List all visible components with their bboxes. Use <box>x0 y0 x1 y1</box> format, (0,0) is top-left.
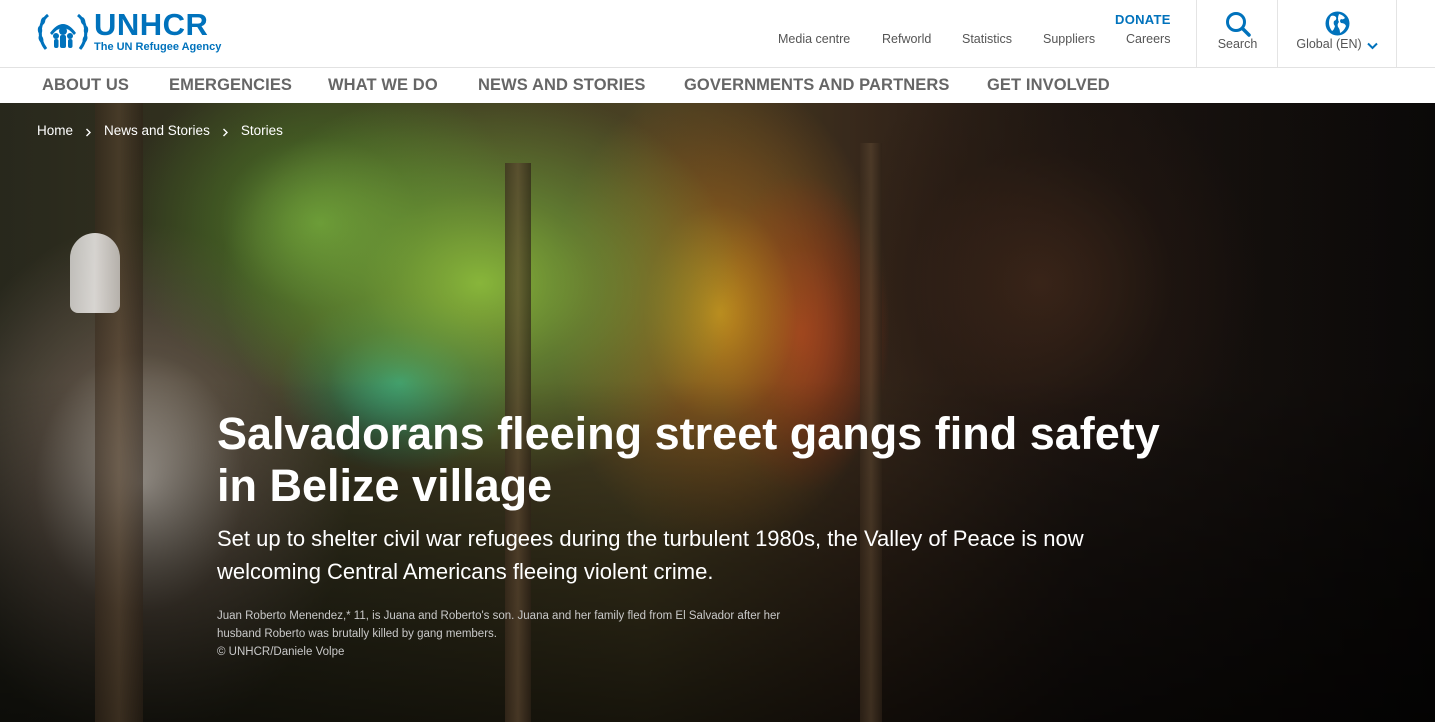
breadcrumb-stories[interactable]: Stories <box>241 123 283 138</box>
breadcrumb: Home News and Stories Stories <box>37 123 283 138</box>
logo-text: UNHCR The UN Refugee Agency <box>94 6 222 54</box>
logo-name: UNHCR <box>94 6 209 42</box>
page-title: Salvadorans fleeing street gangs find sa… <box>217 408 1207 512</box>
nav-what-we-do[interactable]: WHAT WE DO <box>328 76 438 95</box>
main-nav: ABOUT US EMERGENCIES WHAT WE DO NEWS AND… <box>0 68 1435 103</box>
unhcr-emblem-icon <box>37 13 89 50</box>
logo-tagline: The UN Refugee Agency <box>94 40 222 53</box>
donate-link[interactable]: DONATE <box>1115 12 1171 27</box>
nav-emergencies[interactable]: EMERGENCIES <box>169 76 292 95</box>
page-title-line: in Belize village <box>217 460 553 511</box>
hero-photo-shape <box>70 233 120 313</box>
page-subtitle: Set up to shelter civil war refugees dur… <box>217 522 1217 588</box>
photo-caption: Juan Roberto Menendez,* 11, is Juana and… <box>217 607 857 661</box>
chevron-right-icon <box>222 128 228 136</box>
util-link-suppliers[interactable]: Suppliers <box>1043 32 1095 46</box>
chevron-right-icon <box>86 128 92 136</box>
search-button[interactable]: Search <box>1198 0 1277 67</box>
photo-caption-line: husband Roberto was brutally killed by g… <box>217 628 497 640</box>
site-header: UNHCR The UN Refugee Agency DONATE Media… <box>0 0 1435 68</box>
search-label: Search <box>1217 37 1258 51</box>
locale-row: Global (EN) <box>1296 37 1378 51</box>
page-subtitle-line: Set up to shelter civil war refugees dur… <box>217 526 1084 551</box>
page-title-line: Salvadorans fleeing street gangs find sa… <box>217 408 1160 459</box>
util-link-media-centre[interactable]: Media centre <box>778 32 850 46</box>
locale-selector[interactable]: Global (EN) <box>1278 0 1396 67</box>
util-link-statistics[interactable]: Statistics <box>962 32 1012 46</box>
header-divider <box>1396 0 1397 67</box>
hero-image: Home News and Stories Stories Salvadoran… <box>0 103 1435 722</box>
photo-credit: © UNHCR/Daniele Volpe <box>217 646 345 658</box>
nav-news-and-stories[interactable]: NEWS AND STORIES <box>478 76 646 95</box>
util-link-refworld[interactable]: Refworld <box>882 32 931 46</box>
search-icon <box>1225 12 1251 37</box>
nav-about-us[interactable]: ABOUT US <box>42 76 129 95</box>
page-subtitle-line: welcoming Central Americans fleeing viol… <box>217 559 714 584</box>
breadcrumb-news-and-stories[interactable]: News and Stories <box>104 123 210 138</box>
header-divider <box>1196 0 1197 67</box>
unhcr-logo-link[interactable]: UNHCR The UN Refugee Agency <box>36 9 221 54</box>
util-link-careers[interactable]: Careers <box>1126 32 1170 46</box>
hero-photo-shape <box>95 103 143 722</box>
nav-governments-and-partners[interactable]: GOVERNMENTS AND PARTNERS <box>684 76 950 95</box>
globe-icon <box>1325 11 1349 36</box>
breadcrumb-home[interactable]: Home <box>37 123 73 138</box>
locale-label: Global (EN) <box>1296 37 1362 51</box>
nav-get-involved[interactable]: GET INVOLVED <box>987 76 1110 95</box>
chevron-down-icon <box>1366 42 1378 50</box>
photo-caption-line: Juan Roberto Menendez,* 11, is Juana and… <box>217 610 781 622</box>
